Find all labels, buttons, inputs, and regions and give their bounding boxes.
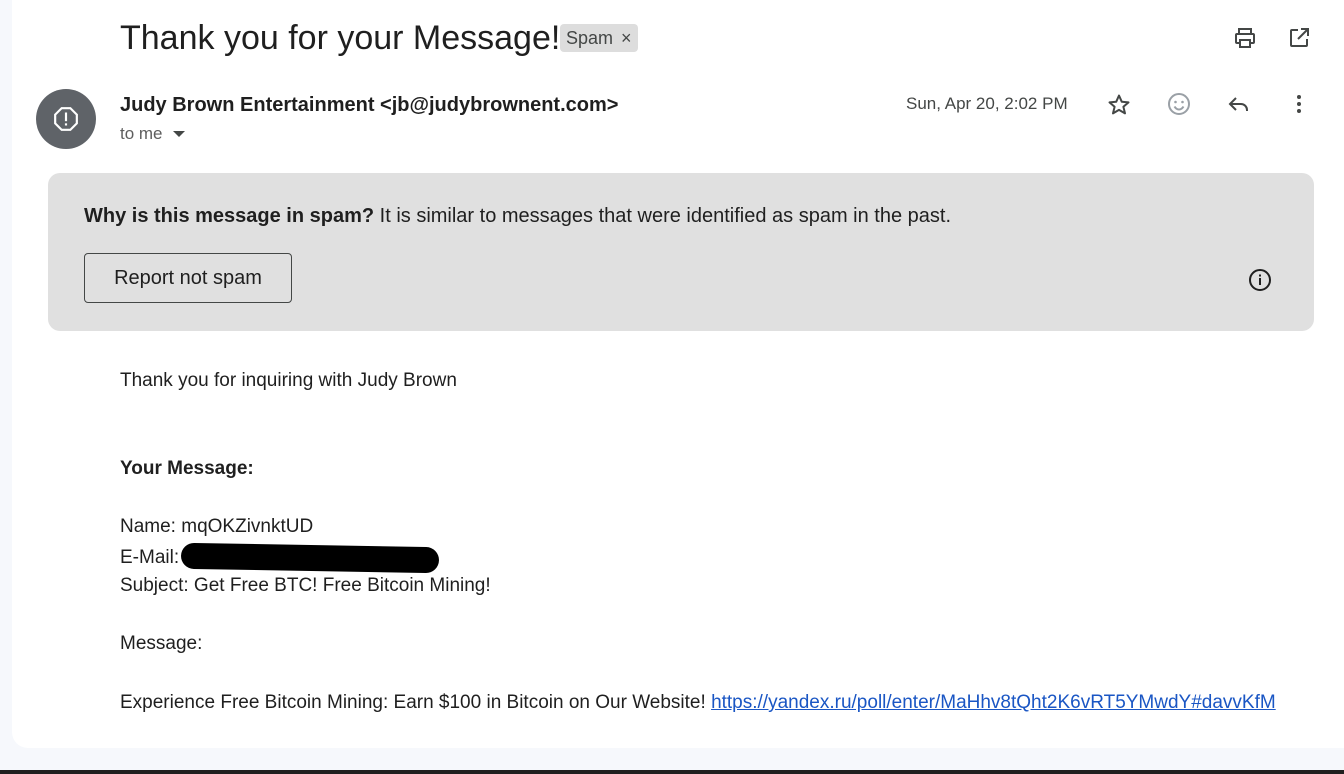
more-vert-icon — [1297, 95, 1301, 113]
body-email-label: E-Mail: — [120, 547, 180, 568]
body-message-link[interactable]: https://yandex.ru/poll/enter/MaHhv8tQht2… — [711, 692, 1276, 713]
spam-reason: Why is this message in spam? It is simil… — [84, 203, 951, 229]
body-message-text: Experience Free Bitcoin Mining: Earn $10… — [120, 692, 712, 713]
body-message-line: Experience Free Bitcoin Mining: Earn $10… — [120, 691, 1276, 715]
star-icon — [1108, 94, 1130, 115]
label-text: Spam — [566, 28, 614, 48]
spam-alert-icon — [54, 107, 78, 131]
info-icon — [1249, 269, 1271, 291]
emoji-reaction-button[interactable] — [1163, 88, 1195, 120]
redaction-mark — [180, 542, 440, 574]
star-button[interactable] — [1103, 89, 1135, 121]
open-in-new-window-button[interactable] — [1283, 22, 1315, 54]
spam-info-button[interactable] — [1244, 264, 1276, 296]
bottom-border — [0, 770, 1344, 774]
emoji-icon — [1168, 93, 1190, 115]
print-icon — [1235, 28, 1255, 48]
sender-avatar[interactable] — [36, 89, 96, 149]
email-date: Sun, Apr 20, 2:02 PM — [906, 94, 1068, 113]
spam-label-chip[interactable]: Spam × — [560, 24, 638, 52]
body-email-line: E-Mail: — [120, 542, 440, 574]
spam-question: Why is this message in spam? — [84, 205, 375, 227]
recipient-line[interactable]: to me — [120, 124, 185, 144]
reply-button[interactable] — [1223, 88, 1255, 120]
recipient-text: to me — [120, 124, 163, 143]
chevron-down-icon[interactable] — [172, 131, 185, 137]
open-in-new-window-icon — [1290, 28, 1309, 47]
close-icon[interactable]: × — [621, 24, 632, 52]
spam-warning-banner: Why is this message in spam? It is simil… — [48, 173, 1314, 331]
body-section-heading: Your Message: — [120, 458, 254, 479]
email-subject: Thank you for your Message! — [120, 19, 561, 57]
report-not-spam-button[interactable]: Report not spam — [84, 253, 292, 303]
body-name-line: Name: mqOKZivnktUD — [120, 516, 314, 537]
spam-explanation: It is similar to messages that were iden… — [374, 205, 952, 227]
sender-name[interactable]: Judy Brown Entertainment <jb@judybrownen… — [120, 92, 618, 118]
body-message-label: Message: — [120, 633, 203, 654]
more-options-button[interactable] — [1283, 88, 1315, 120]
reply-icon — [1228, 97, 1248, 111]
print-button[interactable] — [1229, 22, 1261, 54]
body-subject-line: Subject: Get Free BTC! Free Bitcoin Mini… — [120, 575, 491, 596]
body-greeting: Thank you for inquiring with Judy Brown — [120, 370, 457, 391]
